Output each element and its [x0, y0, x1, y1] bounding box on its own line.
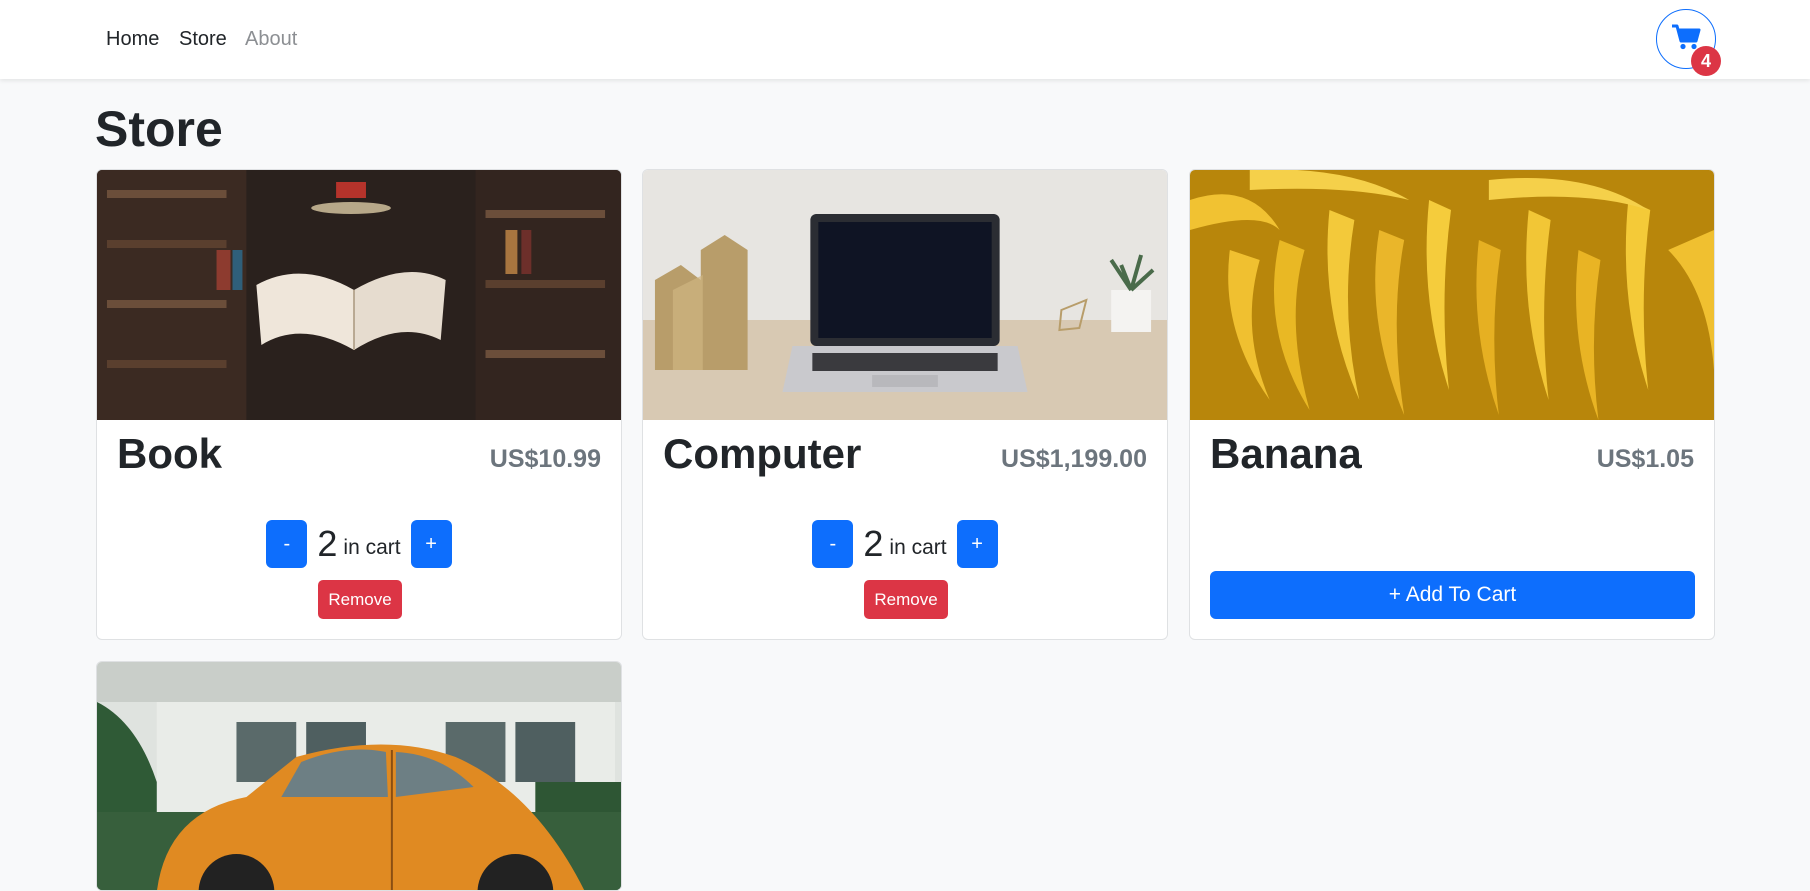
decrement-button[interactable]: -	[266, 520, 308, 568]
add-to-cart-button[interactable]: + Add To Cart	[1210, 571, 1695, 619]
product-card-car	[96, 661, 622, 891]
remove-button[interactable]: Remove	[318, 580, 402, 619]
nav-link-about[interactable]: About	[245, 28, 297, 51]
product-card-banana: Banana US$1.05 + Add To Cart	[1189, 169, 1715, 640]
remove-button[interactable]: Remove	[864, 580, 948, 619]
quantity-display: 2 in cart	[863, 523, 946, 565]
product-card-book: Book US$10.99 - 2 in cart + Remove	[96, 169, 622, 640]
product-name: Banana	[1210, 430, 1362, 477]
product-name: Computer	[663, 430, 862, 477]
product-image-book	[97, 170, 621, 420]
product-image-computer	[643, 170, 1167, 420]
product-name: Book	[117, 430, 222, 477]
product-price: US$10.99	[489, 445, 601, 473]
quantity-display: 2 in cart	[317, 523, 400, 565]
nav-link-home[interactable]: Home	[106, 28, 159, 51]
in-cart-label: in cart	[343, 536, 401, 559]
quantity-value: 2	[317, 523, 338, 564]
decrement-button[interactable]: -	[812, 520, 854, 568]
nav-link-store[interactable]: Store	[179, 28, 227, 51]
in-cart-label: in cart	[889, 536, 947, 559]
increment-button[interactable]: +	[956, 520, 998, 568]
navbar: Home Store About 4	[0, 0, 1810, 79]
quantity-value: 2	[863, 523, 884, 564]
quantity-control: - 2 in cart +	[643, 520, 1167, 568]
product-price: US$1,199.00	[1001, 445, 1147, 473]
product-price: US$1.05	[1596, 445, 1694, 473]
quantity-control: - 2 in cart +	[97, 520, 621, 568]
increment-button[interactable]: +	[410, 520, 452, 568]
cart-count-badge: 4	[1691, 46, 1721, 76]
product-card-computer: Computer US$1,199.00 - 2 in cart + Remov…	[642, 169, 1168, 640]
product-image-car	[97, 662, 621, 890]
product-image-banana	[1190, 170, 1714, 420]
page-title: Store	[95, 101, 223, 157]
